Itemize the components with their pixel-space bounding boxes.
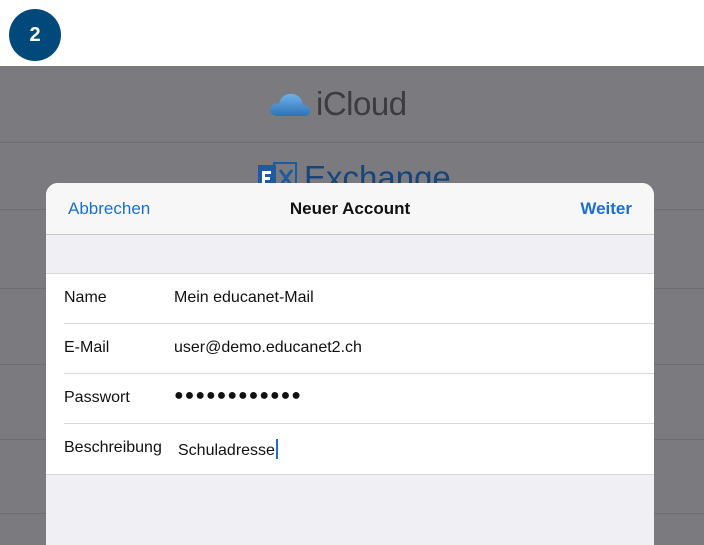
provider-icloud-label: iCloud	[316, 85, 407, 122]
account-form: Name Mein educanet-Mail E-Mail user@demo…	[46, 273, 654, 475]
step-badge: 2	[9, 9, 61, 61]
email-label: E-Mail	[64, 339, 110, 356]
dialog-navbar: Abbrechen Neuer Account Weiter	[46, 183, 654, 235]
description-row[interactable]: Beschreibung Schuladresse	[46, 424, 654, 474]
password-label: Passwort	[64, 389, 130, 406]
description-value: Schuladresse	[178, 442, 275, 459]
password-field[interactable]: ●●●●●●●●●●●●	[174, 387, 302, 405]
description-field[interactable]: Schuladresse	[178, 439, 278, 460]
text-cursor	[275, 439, 278, 459]
name-field[interactable]: Mein educanet-Mail	[174, 289, 314, 307]
next-button[interactable]: Weiter	[580, 199, 632, 219]
password-row[interactable]: Passwort ●●●●●●●●●●●●	[46, 374, 654, 424]
divider	[0, 142, 704, 143]
dialog-title: Neuer Account	[289, 199, 411, 218]
email-row[interactable]: E-Mail user@demo.educanet2.ch	[46, 324, 654, 374]
provider-icloud[interactable]: iCloud	[268, 84, 407, 124]
email-field[interactable]: user@demo.educanet2.ch	[174, 339, 362, 357]
name-row[interactable]: Name Mein educanet-Mail	[46, 274, 654, 324]
new-account-dialog: Abbrechen Neuer Account Weiter Name Mein…	[46, 183, 654, 545]
description-label: Beschreibung	[64, 439, 162, 456]
cloud-icon	[270, 93, 311, 116]
name-label: Name	[64, 289, 107, 306]
ipad-screen: iCloud Exchange Abbrechen Neuer Account …	[0, 66, 704, 545]
